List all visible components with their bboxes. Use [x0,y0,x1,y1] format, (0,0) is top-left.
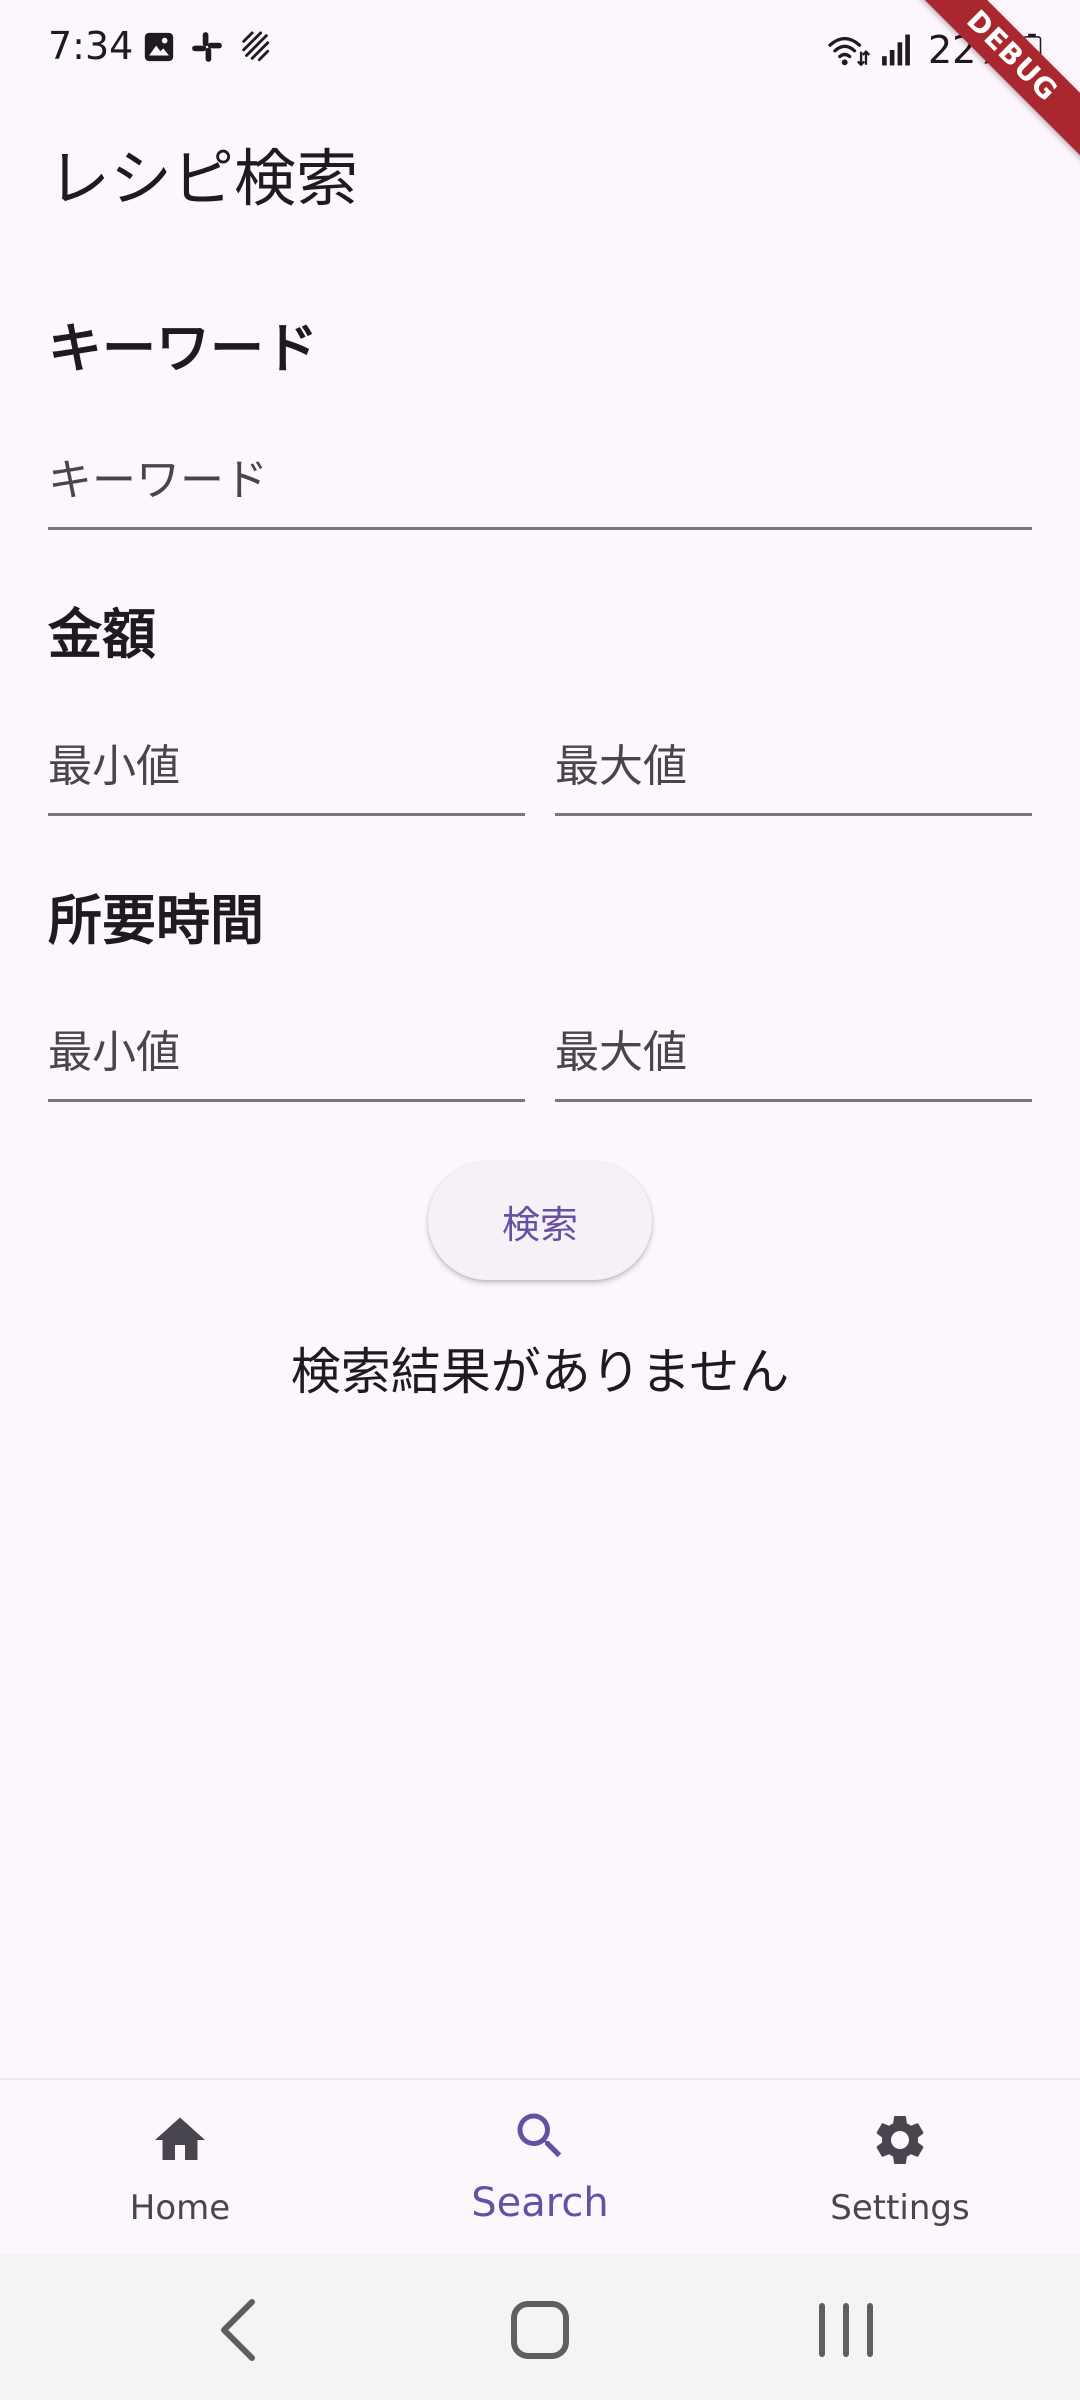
gear-icon [876,2116,924,2164]
notification-icons [142,30,272,64]
bottom-navigation: Home Search Settings [0,2078,1080,2254]
price-max-input[interactable]: 最大値 [555,716,1032,816]
signal-icon [882,34,910,66]
nav-item-settings[interactable]: Settings [720,2080,1080,2256]
empty-results-message: 検索結果がありません [290,1343,790,1401]
nav-label-search: Search [471,2180,609,2226]
nav-label-home: Home [129,2188,231,2228]
wifi-icon [828,36,870,67]
status-bar: 7:34 22% [0,0,1080,100]
home-icon [155,2117,205,2160]
time-max-placeholder: 最大値 [555,1027,687,1078]
search-icon [517,2113,562,2158]
recents-icon[interactable] [806,2290,886,2370]
keyword-heading: キーワード [48,317,318,380]
price-min-placeholder: 最小値 [48,741,180,792]
stripes-icon [242,31,270,62]
search-button[interactable]: 検索 [428,1162,652,1280]
price-min-input[interactable]: 最小値 [48,716,525,816]
nav-item-search[interactable]: Search [360,2080,720,2256]
page-title: レシピ検索 [48,142,359,215]
time-min-placeholder: 最小値 [48,1027,180,1078]
slack-icon [192,32,222,62]
nav-item-home[interactable]: Home [0,2080,360,2256]
time-max-input[interactable]: 最大値 [555,1002,1032,1102]
keyword-placeholder: キーワード [48,455,268,506]
price-max-placeholder: 最大値 [555,741,687,792]
home-button-icon[interactable] [500,2290,580,2370]
back-icon[interactable] [200,2290,280,2370]
time-heading: 所要時間 [48,889,264,952]
search-button-label: 検索 [501,1202,578,1247]
price-heading: 金額 [48,603,156,666]
image-icon [144,32,174,62]
nav-label-settings: Settings [830,2188,970,2228]
status-time: 7:34 [48,24,134,68]
keyword-input[interactable]: キーワード [48,430,1032,530]
system-navigation-bar [0,2254,1080,2400]
time-min-input[interactable]: 最小値 [48,1002,525,1102]
